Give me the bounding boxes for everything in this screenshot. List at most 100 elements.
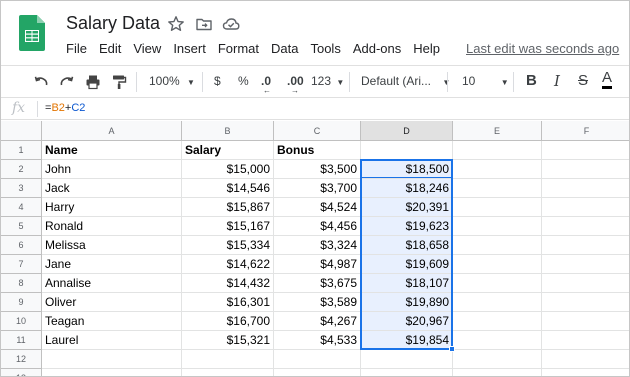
cell-e12[interactable] [453,350,542,369]
row-header-5[interactable]: 5 [1,217,42,236]
last-edit-link[interactable]: Last edit was seconds ago [466,41,619,56]
font-family-select[interactable]: Default (Ari... ▼ [361,74,450,88]
cell-f8[interactable] [542,274,629,293]
cell-d2[interactable]: $18,500 [361,160,453,179]
cell-a2[interactable]: John [42,160,182,179]
cell-c4[interactable]: $4,524 [274,198,361,217]
cloud-status-icon[interactable] [222,15,240,33]
row-header-12[interactable]: 12 [1,350,42,369]
column-header-c[interactable]: C [274,121,361,141]
cell-a11[interactable]: Laurel [42,331,182,350]
cell-b8[interactable]: $14,432 [182,274,274,293]
cell-d5[interactable]: $19,623 [361,217,453,236]
row-header-2[interactable]: 2 [1,160,42,179]
cell-b9[interactable]: $16,301 [182,293,274,312]
cell-e13[interactable] [453,369,542,376]
percent-format-button[interactable]: % [238,74,249,88]
cell-e10[interactable] [453,312,542,331]
cell-d6[interactable]: $18,658 [361,236,453,255]
cell-d11[interactable]: $19,854 [361,331,453,350]
more-formats-select[interactable]: 123 ▼ [311,74,344,88]
cell-f5[interactable] [542,217,629,236]
cell-e7[interactable] [453,255,542,274]
column-header-a[interactable]: A [42,121,182,141]
cell-e5[interactable] [453,217,542,236]
column-header-e[interactable]: E [453,121,542,141]
row-header-4[interactable]: 4 [1,198,42,217]
cell-b6[interactable]: $15,334 [182,236,274,255]
text-color-button[interactable]: A [602,70,613,89]
cell-e6[interactable] [453,236,542,255]
cell-f7[interactable] [542,255,629,274]
menu-edit[interactable]: Edit [99,41,121,56]
cell-f13[interactable] [542,369,629,376]
cell-a5[interactable]: Ronald [42,217,182,236]
cell-b7[interactable]: $14,622 [182,255,274,274]
cell-e4[interactable] [453,198,542,217]
cell-e2[interactable] [453,160,542,179]
cell-d7[interactable]: $19,609 [361,255,453,274]
cell-a9[interactable]: Oliver [42,293,182,312]
cell-d8[interactable]: $18,107 [361,274,453,293]
sheets-logo-icon[interactable] [19,15,45,51]
menu-insert[interactable]: Insert [173,41,206,56]
cell-c10[interactable]: $4,267 [274,312,361,331]
row-header-11[interactable]: 11 [1,331,42,350]
cell-f9[interactable] [542,293,629,312]
formula-input[interactable]: =B2+C2 [45,102,85,114]
header-cell-b[interactable]: Salary [182,141,274,160]
cell-f2[interactable] [542,160,629,179]
cell-b4[interactable]: $15,867 [182,198,274,217]
font-size-select[interactable]: 10 ▼ [462,74,509,88]
strikethrough-button[interactable]: S [578,72,588,89]
fill-handle[interactable] [449,346,455,352]
row-header-6[interactable]: 6 [1,236,42,255]
column-header-f[interactable]: F [542,121,629,141]
cell-d10[interactable]: $20,967 [361,312,453,331]
cell-c12[interactable] [274,350,361,369]
column-header-d[interactable]: D [361,121,453,141]
cell-a13[interactable] [42,369,182,376]
undo-icon[interactable] [33,74,49,90]
cell-f3[interactable] [542,179,629,198]
cell-b10[interactable]: $16,700 [182,312,274,331]
menu-file[interactable]: File [66,41,87,56]
cell-d9[interactable]: $19,890 [361,293,453,312]
currency-format-button[interactable]: $ [214,74,221,88]
italic-button[interactable]: I [554,72,560,90]
cell-e11[interactable] [453,331,542,350]
cell-c6[interactable]: $3,324 [274,236,361,255]
cell-a12[interactable] [42,350,182,369]
cell-c8[interactable]: $3,675 [274,274,361,293]
cell-c5[interactable]: $4,456 [274,217,361,236]
cell-f10[interactable] [542,312,629,331]
row-header-10[interactable]: 10 [1,312,42,331]
header-cell-a[interactable]: Name [42,141,182,160]
cell-b13[interactable] [182,369,274,376]
header-cell-f[interactable] [542,141,629,160]
redo-icon[interactable] [59,74,75,90]
row-header-9[interactable]: 9 [1,293,42,312]
cell-f12[interactable] [542,350,629,369]
column-header-b[interactable]: B [182,121,274,141]
cell-d3[interactable]: $18,246 [361,179,453,198]
cell-c9[interactable]: $3,589 [274,293,361,312]
header-cell-e[interactable] [453,141,542,160]
cell-b2[interactable]: $15,000 [182,160,274,179]
zoom-select[interactable]: 100% ▼ [149,74,195,88]
cell-a10[interactable]: Teagan [42,312,182,331]
cell-c3[interactable]: $3,700 [274,179,361,198]
star-icon[interactable] [167,15,185,33]
cell-a3[interactable]: Jack [42,179,182,198]
cell-b11[interactable]: $15,321 [182,331,274,350]
cell-c13[interactable] [274,369,361,376]
cell-d13[interactable] [361,369,453,376]
header-cell-d[interactable] [361,141,453,160]
cell-e3[interactable] [453,179,542,198]
row-header-3[interactable]: 3 [1,179,42,198]
cell-a6[interactable]: Melissa [42,236,182,255]
row-header-8[interactable]: 8 [1,274,42,293]
print-icon[interactable] [85,74,101,90]
cell-a4[interactable]: Harry [42,198,182,217]
cell-d12[interactable] [361,350,453,369]
